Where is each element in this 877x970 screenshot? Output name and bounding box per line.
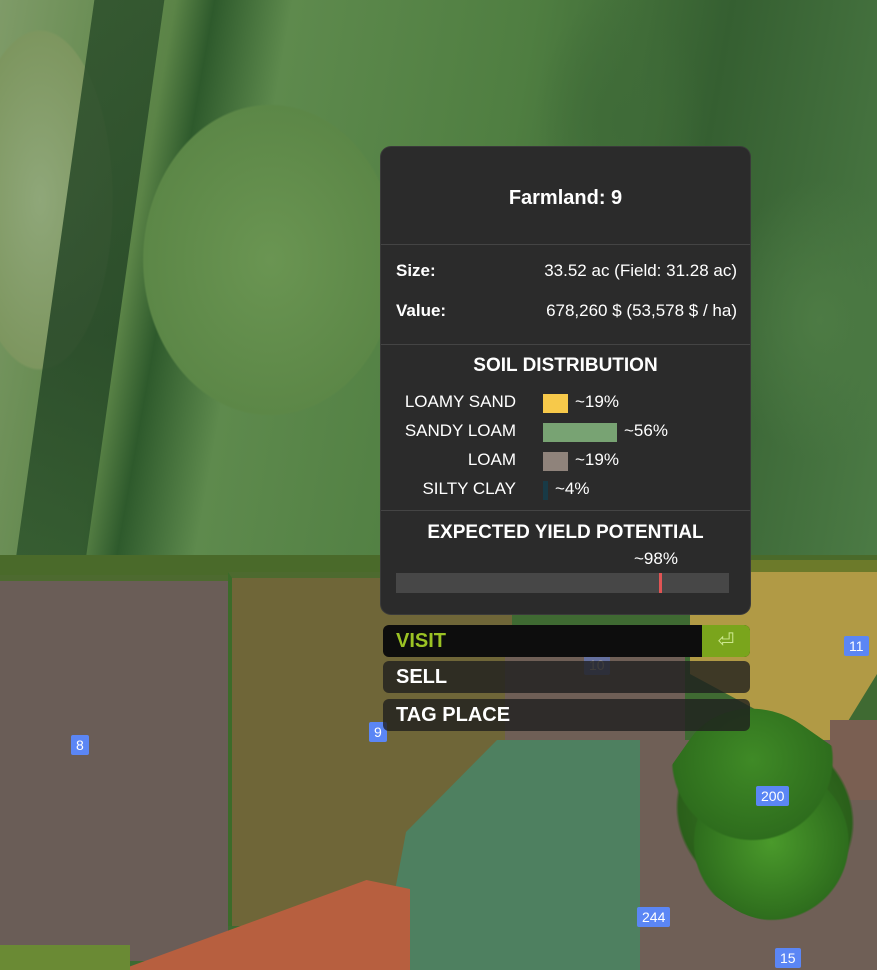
soil-percent: ~56% [624, 421, 668, 440]
farmland-label-8[interactable]: 8 [71, 735, 89, 755]
field-southwest[interactable] [0, 945, 130, 970]
yield-heading: EXPECTED YIELD POTENTIAL [427, 522, 704, 543]
soil-bar [543, 423, 617, 442]
yield-bar [396, 573, 729, 593]
soil-row: SANDY LOAM ~56% [381, 421, 750, 443]
yield-percent: ~98% [634, 549, 678, 568]
enter-key-icon: ⏎ [702, 625, 750, 657]
soil-row: LOAMY SAND ~19% [381, 392, 750, 414]
soil-percent: ~19% [575, 392, 619, 411]
field-8[interactable] [0, 575, 228, 961]
farmland-info-popup: Farmland: 9 Size: 33.52 ac (Field: 31.28… [381, 147, 750, 614]
tag-place-label: TAG PLACE [396, 704, 511, 726]
soil-name: SANDY LOAM [404, 421, 516, 440]
size-value: 33.52 ac (Field: 31.28 ac) [544, 261, 737, 280]
value-value: 678,260 $ (53,578 $ / ha) [546, 301, 737, 320]
farmland-label-244[interactable]: 244 [637, 907, 671, 927]
farmland-label-200[interactable]: 200 [756, 786, 790, 806]
soil-bar [543, 452, 568, 471]
tag-place-button[interactable]: TAG PLACE [383, 699, 750, 731]
divider [381, 510, 750, 511]
popup-title: Farmland: 9 [508, 187, 623, 209]
visit-label: VISIT [396, 630, 447, 652]
sell-button[interactable]: SELL [383, 661, 750, 693]
value-label: Value: [396, 301, 447, 320]
visit-button[interactable]: VISIT ⏎ [383, 625, 750, 657]
size-label: Size: [396, 261, 436, 280]
soil-bar [543, 394, 568, 413]
soil-name: LOAMY SAND [404, 392, 516, 411]
divider [381, 244, 750, 245]
soil-percent: ~4% [555, 479, 590, 498]
soil-name: LOAM [467, 450, 516, 469]
soil-distribution-heading: SOIL DISTRIBUTION [473, 355, 658, 376]
sell-label: SELL [396, 666, 448, 688]
soil-bar [543, 481, 548, 500]
soil-row: LOAM ~19% [381, 450, 750, 472]
divider [381, 344, 750, 345]
soil-percent: ~19% [575, 450, 619, 469]
soil-name: SILTY CLAY [422, 479, 516, 498]
yield-marker [659, 573, 662, 593]
farmland-label-11[interactable]: 11 [844, 636, 869, 656]
farmland-label-15[interactable]: 15 [775, 948, 801, 968]
soil-row: SILTY CLAY ~4% [381, 479, 750, 501]
